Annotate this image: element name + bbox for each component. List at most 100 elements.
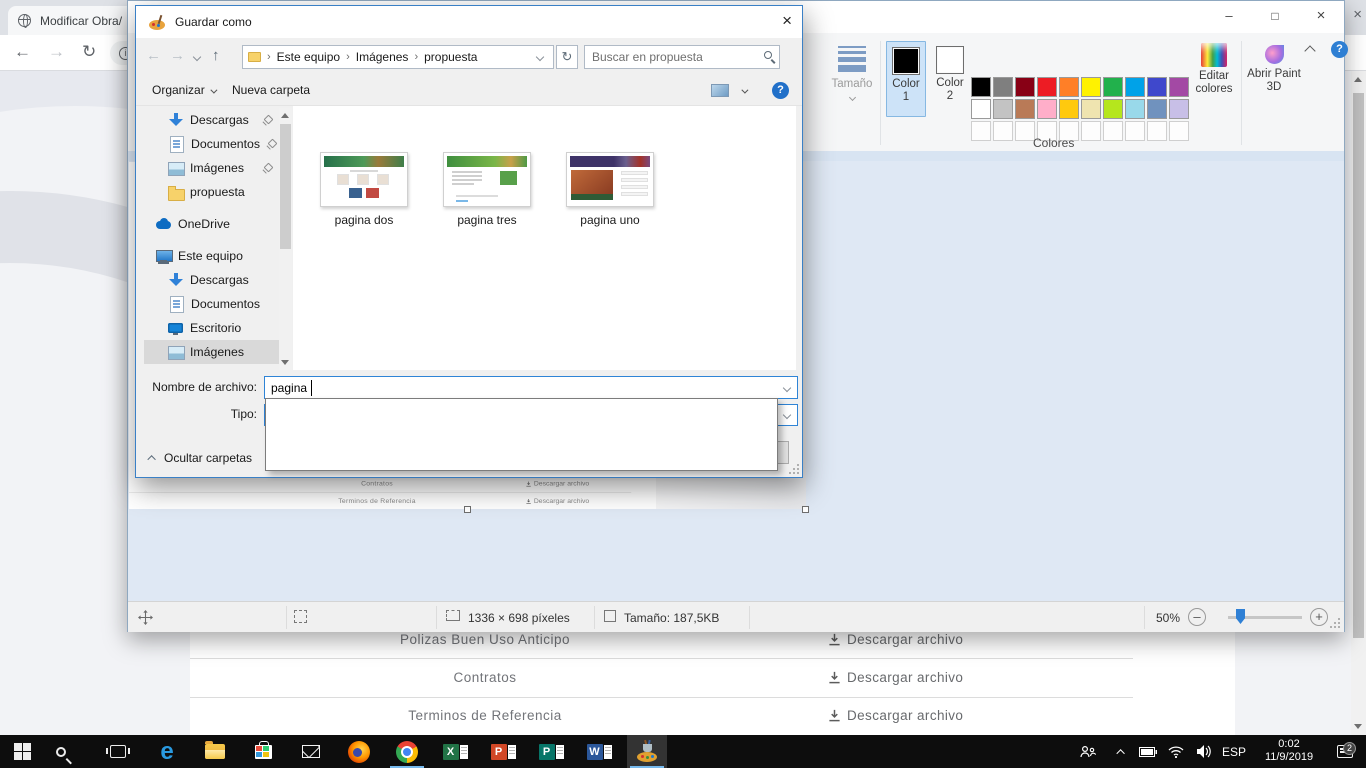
sidebar-item-im-genes[interactable]: Imágenes	[144, 156, 279, 180]
palette-color-880015[interactable]	[1015, 77, 1035, 97]
nav-forward-icon[interactable]: →	[170, 47, 185, 64]
sidebar-item-onedrive[interactable]: OneDrive	[144, 212, 279, 236]
collapse-ribbon-icon[interactable]	[1304, 45, 1315, 56]
palette-color-7f7f7f[interactable]	[993, 77, 1013, 97]
palette-color-c8bfe7[interactable]	[1169, 99, 1189, 119]
taskbar-powerpoint-icon[interactable]: P	[483, 735, 523, 768]
taskbar-store-icon[interactable]	[243, 735, 283, 768]
zoom-in-button[interactable]: +	[1310, 608, 1328, 626]
palette-empty-slot[interactable]	[1147, 121, 1167, 141]
palette-color-000000[interactable]	[971, 77, 991, 97]
palette-empty-slot[interactable]	[993, 121, 1013, 141]
taskbar-search-button[interactable]	[41, 735, 81, 768]
clock[interactable]: 0:02 11/9/2019	[1254, 738, 1324, 764]
hide-folders-button[interactable]: Ocultar carpetas	[150, 451, 252, 465]
palette-empty-slot[interactable]	[1169, 121, 1189, 141]
sidebar-item-este-equipo[interactable]: Este equipo	[144, 244, 279, 268]
file-item-pagina-uno[interactable]: pagina uno	[560, 152, 660, 227]
view-mode-icon[interactable]	[711, 84, 729, 97]
dialog-help-button[interactable]: ?	[772, 82, 789, 99]
browser-back-button[interactable]: ←	[14, 42, 31, 62]
filetype-open-dropdown[interactable]	[265, 398, 778, 471]
browser-close-button[interactable]: ×	[1353, 6, 1362, 23]
palette-color-7092be[interactable]	[1147, 99, 1167, 119]
sidebar-item-descargas[interactable]: Descargas	[144, 108, 279, 132]
edit-colors-button[interactable]: Editar colores	[1191, 43, 1237, 96]
search-input[interactable]	[592, 48, 752, 66]
file-list-area[interactable]: pagina dospagina trespagina uno	[293, 106, 796, 370]
dialog-close-button[interactable]: ×	[782, 11, 792, 31]
size-button[interactable]: Tamaño	[828, 43, 876, 104]
taskbar-mail-icon[interactable]	[291, 735, 331, 768]
zoom-slider-thumb[interactable]	[1236, 609, 1245, 624]
action-center-icon[interactable]: 2	[1332, 735, 1358, 768]
breadcrumb-imagenes[interactable]: Imágenes	[356, 50, 409, 64]
filename-input[interactable]: pagina	[264, 376, 798, 399]
color1-button[interactable]: Color1	[886, 41, 926, 117]
scroll-down-icon[interactable]	[281, 360, 289, 365]
filename-dropdown-icon[interactable]	[783, 384, 791, 392]
breadcrumb-este-equipo[interactable]: Este equipo	[277, 50, 340, 64]
sidebar-item-escritorio[interactable]: Escritorio	[144, 316, 279, 340]
scrollbar-thumb[interactable]	[280, 124, 291, 249]
browser-scrollbar[interactable]	[1351, 71, 1366, 735]
resize-handle-bottom[interactable]	[464, 506, 471, 513]
zoom-out-button[interactable]: –	[1188, 608, 1206, 626]
palette-empty-slot[interactable]	[1125, 121, 1145, 141]
taskbar-task-view-button[interactable]	[98, 735, 138, 768]
scroll-up-icon[interactable]	[1354, 77, 1362, 82]
scrollbar-thumb[interactable]	[1353, 93, 1364, 638]
sidebar-scrollbar[interactable]	[279, 108, 292, 370]
tray-expand-icon[interactable]	[1112, 735, 1132, 768]
palette-color-22b14c[interactable]	[1103, 77, 1123, 97]
nav-history-icon[interactable]	[193, 53, 201, 61]
language-indicator[interactable]: ESP	[1218, 735, 1250, 768]
breadcrumb-propuesta[interactable]: propuesta	[424, 50, 477, 64]
scroll-down-icon[interactable]	[1354, 724, 1362, 729]
volume-icon[interactable]	[1192, 735, 1216, 768]
palette-color-3f48cc[interactable]	[1147, 77, 1167, 97]
download-link[interactable]: Descargar archivo	[828, 708, 963, 723]
download-link[interactable]: Descargar archivo	[828, 632, 963, 647]
download-link[interactable]: Descargar archivo	[828, 670, 963, 685]
organize-button[interactable]: Organizar	[152, 83, 215, 97]
scroll-up-icon[interactable]	[281, 113, 289, 118]
taskbar-chrome-icon[interactable]	[387, 735, 427, 768]
palette-color-00a2e8[interactable]	[1125, 77, 1145, 97]
palette-color-c3c3c3[interactable]	[993, 99, 1013, 119]
dialog-resize-grip[interactable]	[789, 464, 799, 474]
taskbar-edge-icon[interactable]: e	[147, 735, 187, 768]
file-item-pagina-tres[interactable]: pagina tres	[437, 152, 537, 227]
taskbar-excel-icon[interactable]: X	[435, 735, 475, 768]
palette-empty-slot[interactable]	[1081, 121, 1101, 141]
open-paint3d-button[interactable]: Abrir Paint 3D	[1247, 43, 1301, 94]
palette-color-fff200[interactable]	[1081, 77, 1101, 97]
nav-up-icon[interactable]: ↑	[212, 47, 220, 64]
palette-color-99d9ea[interactable]	[1125, 99, 1145, 119]
taskbar-publisher-icon[interactable]: P	[531, 735, 571, 768]
resize-handle-corner[interactable]	[802, 506, 809, 513]
palette-empty-slot[interactable]	[1103, 121, 1123, 141]
sidebar-item-im-genes[interactable]: Imágenes	[144, 340, 279, 364]
taskbar-file-explorer-icon[interactable]	[195, 735, 235, 768]
view-mode-dropdown-icon[interactable]	[741, 87, 748, 94]
palette-empty-slot[interactable]	[1015, 121, 1035, 141]
new-folder-button[interactable]: Nueva carpeta	[232, 83, 310, 97]
sidebar-item-descargas[interactable]: Descargas	[144, 268, 279, 292]
wifi-icon[interactable]	[1164, 735, 1188, 768]
minimize-button[interactable]: –	[1206, 1, 1252, 33]
palette-color-ffaec9[interactable]	[1037, 99, 1057, 119]
breadcrumb[interactable]: › Este equipo › Imágenes › propuesta	[242, 45, 554, 69]
palette-color-ffffff[interactable]	[971, 99, 991, 119]
palette-color-a349a4[interactable]	[1169, 77, 1189, 97]
people-icon[interactable]	[1076, 735, 1100, 768]
taskbar-start-button[interactable]	[2, 735, 42, 768]
paint-help-button[interactable]: ?	[1331, 41, 1348, 58]
palette-color-efe4b0[interactable]	[1081, 99, 1101, 119]
window-resize-grip[interactable]	[1330, 618, 1340, 628]
breadcrumb-dropdown-icon[interactable]	[536, 53, 544, 61]
browser-reload-button[interactable]: ↻	[82, 42, 96, 62]
palette-color-ed1c24[interactable]	[1037, 77, 1057, 97]
zoom-slider[interactable]	[1228, 616, 1302, 619]
filetype-dropdown-icon[interactable]	[783, 411, 791, 419]
